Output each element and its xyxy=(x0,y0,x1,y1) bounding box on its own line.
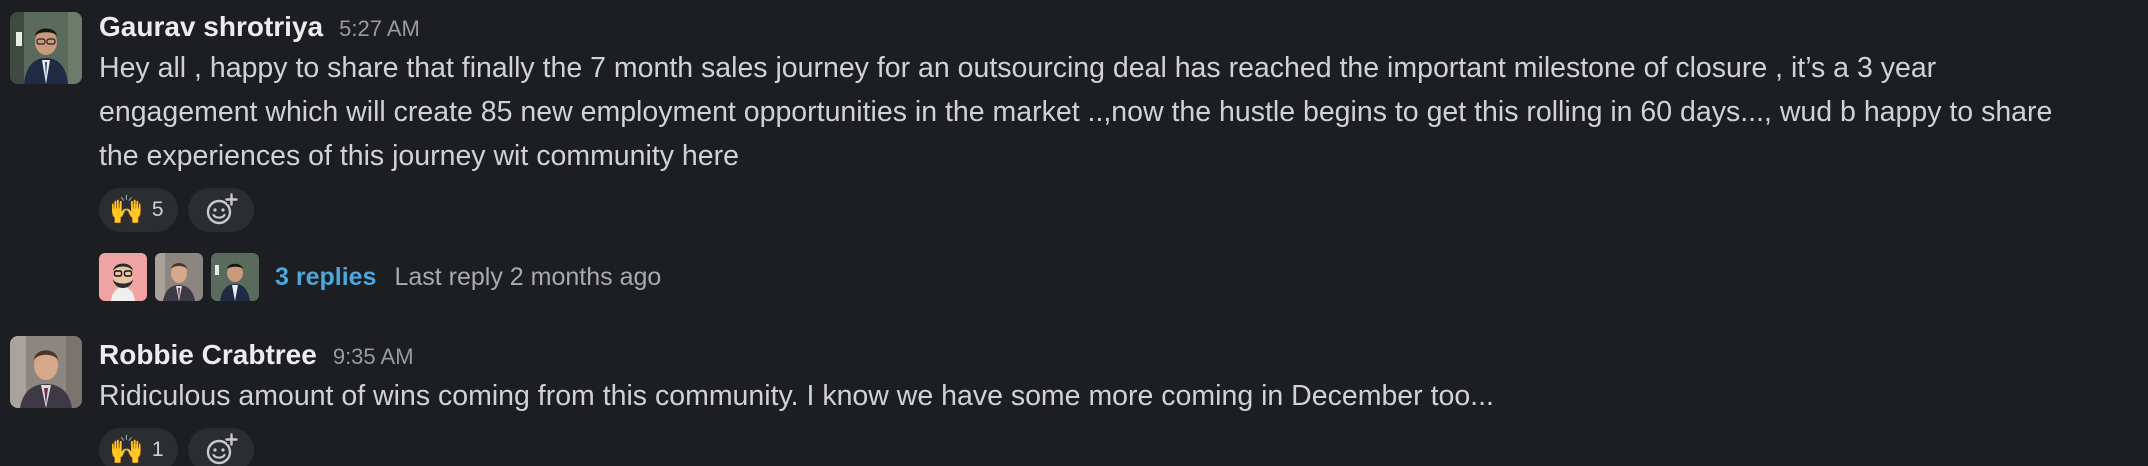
reaction-count: 1 xyxy=(151,438,164,461)
raised-hands-icon: 🙌 xyxy=(109,434,144,465)
reaction-raised-hands[interactable]: 🙌 1 xyxy=(99,428,178,466)
message-text-line: Hey all , happy to share that finally th… xyxy=(99,52,1937,84)
author-name[interactable]: Gaurav shrotriya xyxy=(99,8,323,46)
reactions-bar: 🙌 1 xyxy=(99,428,2138,466)
message-text-line: engagement which will create 85 new empl… xyxy=(99,96,2053,128)
reaction-raised-hands[interactable]: 🙌 5 xyxy=(99,188,178,232)
last-reply-time: Last reply 2 months ago xyxy=(394,262,662,291)
add-reaction-icon xyxy=(206,193,238,225)
thread-avatar[interactable] xyxy=(155,253,203,301)
message-body: Ridiculous amount of wins coming from th… xyxy=(99,374,2138,418)
message-content: Robbie Crabtree 9:35 AM Ridiculous amoun… xyxy=(99,336,2138,466)
message-body: Hey all , happy to share that finally th… xyxy=(99,46,2138,178)
thread-avatar[interactable] xyxy=(99,253,147,301)
message-header: Robbie Crabtree 9:35 AM xyxy=(99,336,2138,374)
message-feed: Gaurav shrotriya 5:27 AM Hey all , happy… xyxy=(0,0,2148,466)
thread-summary[interactable]: 3 replies Last reply 2 months ago xyxy=(99,252,2138,302)
timestamp[interactable]: 9:35 AM xyxy=(333,344,414,370)
replies-link[interactable]: 3 replies xyxy=(275,263,376,292)
avatar[interactable] xyxy=(10,12,82,84)
reactions-bar: 🙌 5 xyxy=(99,188,2138,232)
timestamp[interactable]: 5:27 AM xyxy=(339,16,420,42)
raised-hands-icon: 🙌 xyxy=(109,194,144,225)
message-header: Gaurav shrotriya 5:27 AM xyxy=(99,8,2138,46)
message-text-line: the experiences of this journey wit comm… xyxy=(99,140,739,172)
avatar[interactable] xyxy=(10,336,82,408)
add-reaction-icon xyxy=(206,433,238,465)
add-reaction-button[interactable] xyxy=(187,188,254,232)
message-content: Gaurav shrotriya 5:27 AM Hey all , happy… xyxy=(99,8,2138,302)
message-text-line: Ridiculous amount of wins coming from th… xyxy=(99,380,1494,412)
add-reaction-button[interactable] xyxy=(187,428,254,466)
author-name[interactable]: Robbie Crabtree xyxy=(99,336,317,374)
thread-avatar[interactable] xyxy=(211,253,259,301)
reaction-count: 5 xyxy=(151,198,164,221)
